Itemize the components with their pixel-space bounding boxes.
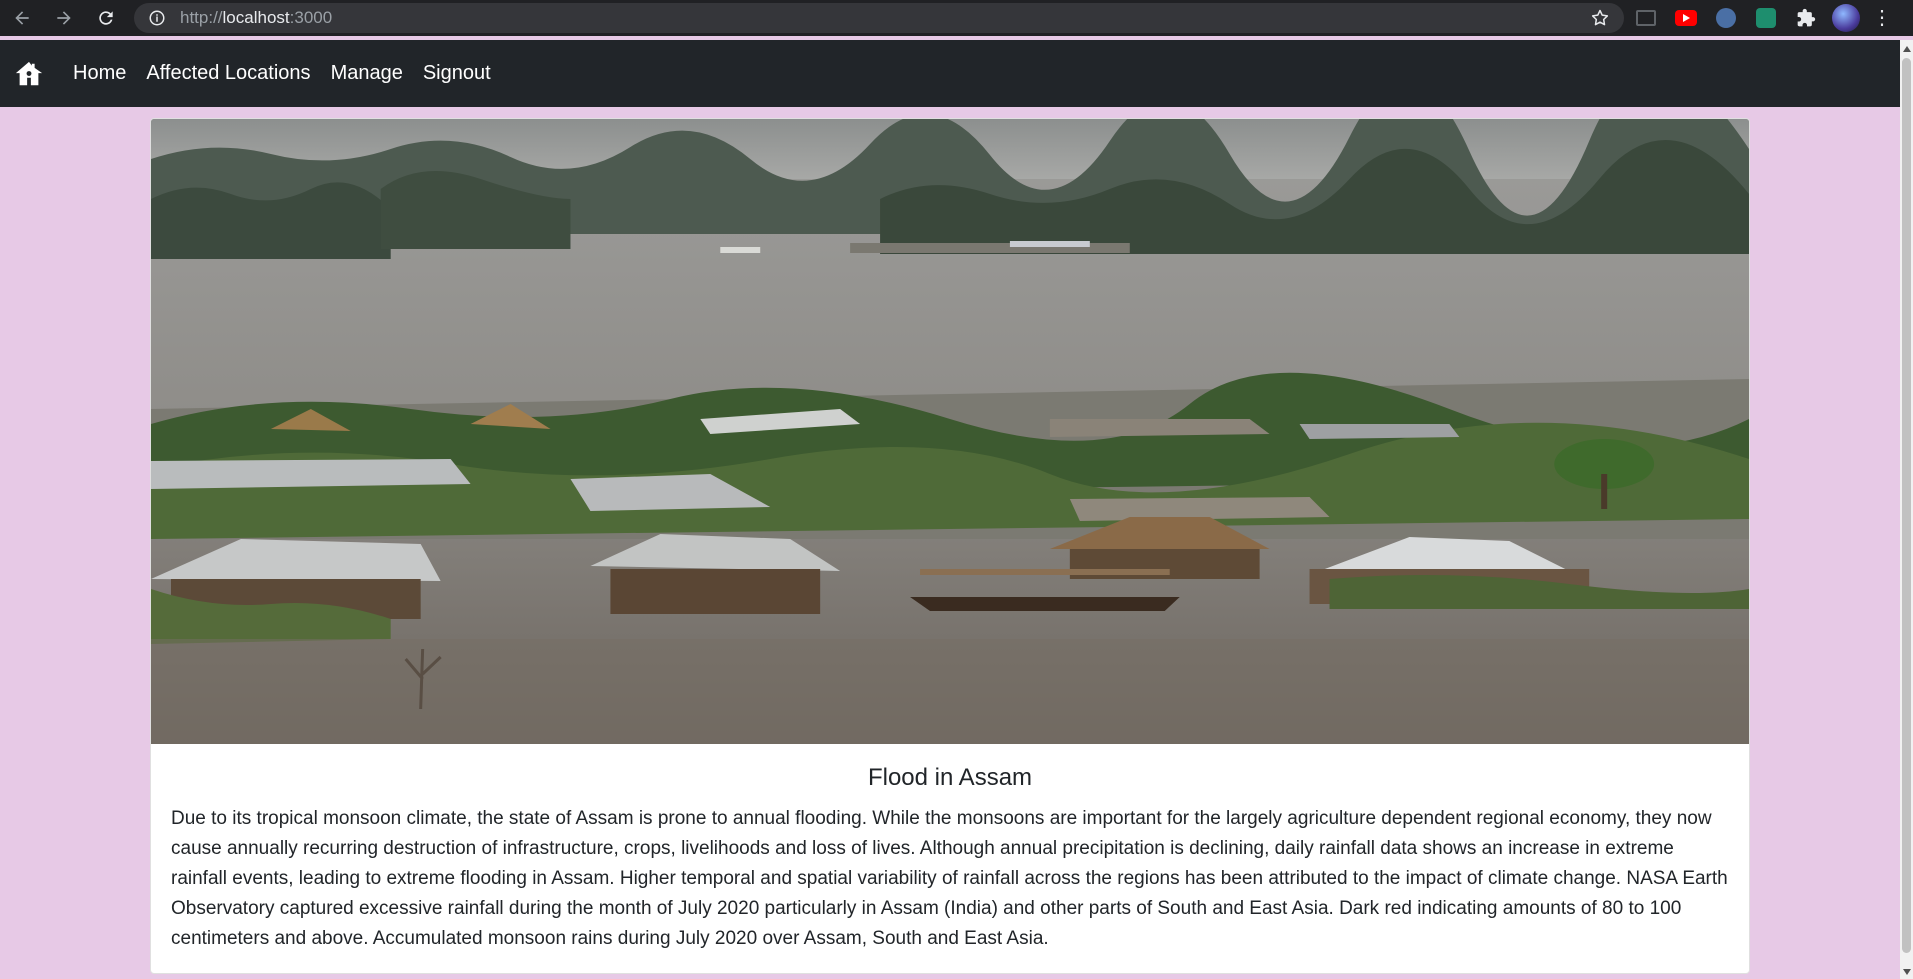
extensions-icon[interactable] [1792,4,1820,32]
shield-extension-icon[interactable] [1752,4,1780,32]
forward-arrow-icon[interactable] [48,2,80,34]
scroll-up-arrow[interactable] [1903,46,1911,52]
youtube-extension-icon[interactable] [1672,4,1700,32]
extensions-area: ⋮ [1632,4,1892,32]
card-title: Flood in Assam [867,764,1033,791]
url-prefix: http:// [180,8,223,27]
nav-link-signout[interactable]: Signout [423,62,491,85]
back-arrow-icon[interactable] [6,2,38,34]
reload-icon[interactable] [90,2,122,34]
browser-toolbar: http://localhost:3000 ⋮ [0,0,1913,36]
card-text: Due to its tropical monsoon climate, the… [171,808,1728,949]
scroll-down-arrow[interactable] [1903,969,1911,975]
nav-link-affected-locations[interactable]: Affected Locations [146,62,310,85]
url-port: :3000 [289,8,333,27]
nav-links: Home Affected Locations Manage Signout [73,62,511,85]
flood-photo [151,119,1749,744]
nav-link-manage[interactable]: Manage [331,62,403,85]
profile-avatar[interactable] [1832,4,1860,32]
app-navbar: Home Affected Locations Manage Signout [0,40,1900,107]
home-icon[interactable] [14,59,44,89]
card-body: Flood in Assam Due to its tropical monso… [151,744,1749,954]
menu-icon[interactable]: ⋮ [1872,4,1892,32]
scroll-thumb[interactable] [1902,58,1911,953]
star-icon[interactable] [1590,8,1610,28]
flood-card: Flood in Assam Due to its tropical monso… [150,118,1750,974]
info-icon[interactable] [148,9,166,27]
url-host: localhost [222,8,290,27]
nav-link-home[interactable]: Home [73,62,126,85]
page-scrollbar[interactable] [1900,40,1913,979]
address-bar[interactable]: http://localhost:3000 [134,3,1624,33]
url-text: http://localhost:3000 [180,8,332,28]
tab-search-icon[interactable] [1632,4,1660,32]
cursor-extension-icon[interactable] [1712,4,1740,32]
